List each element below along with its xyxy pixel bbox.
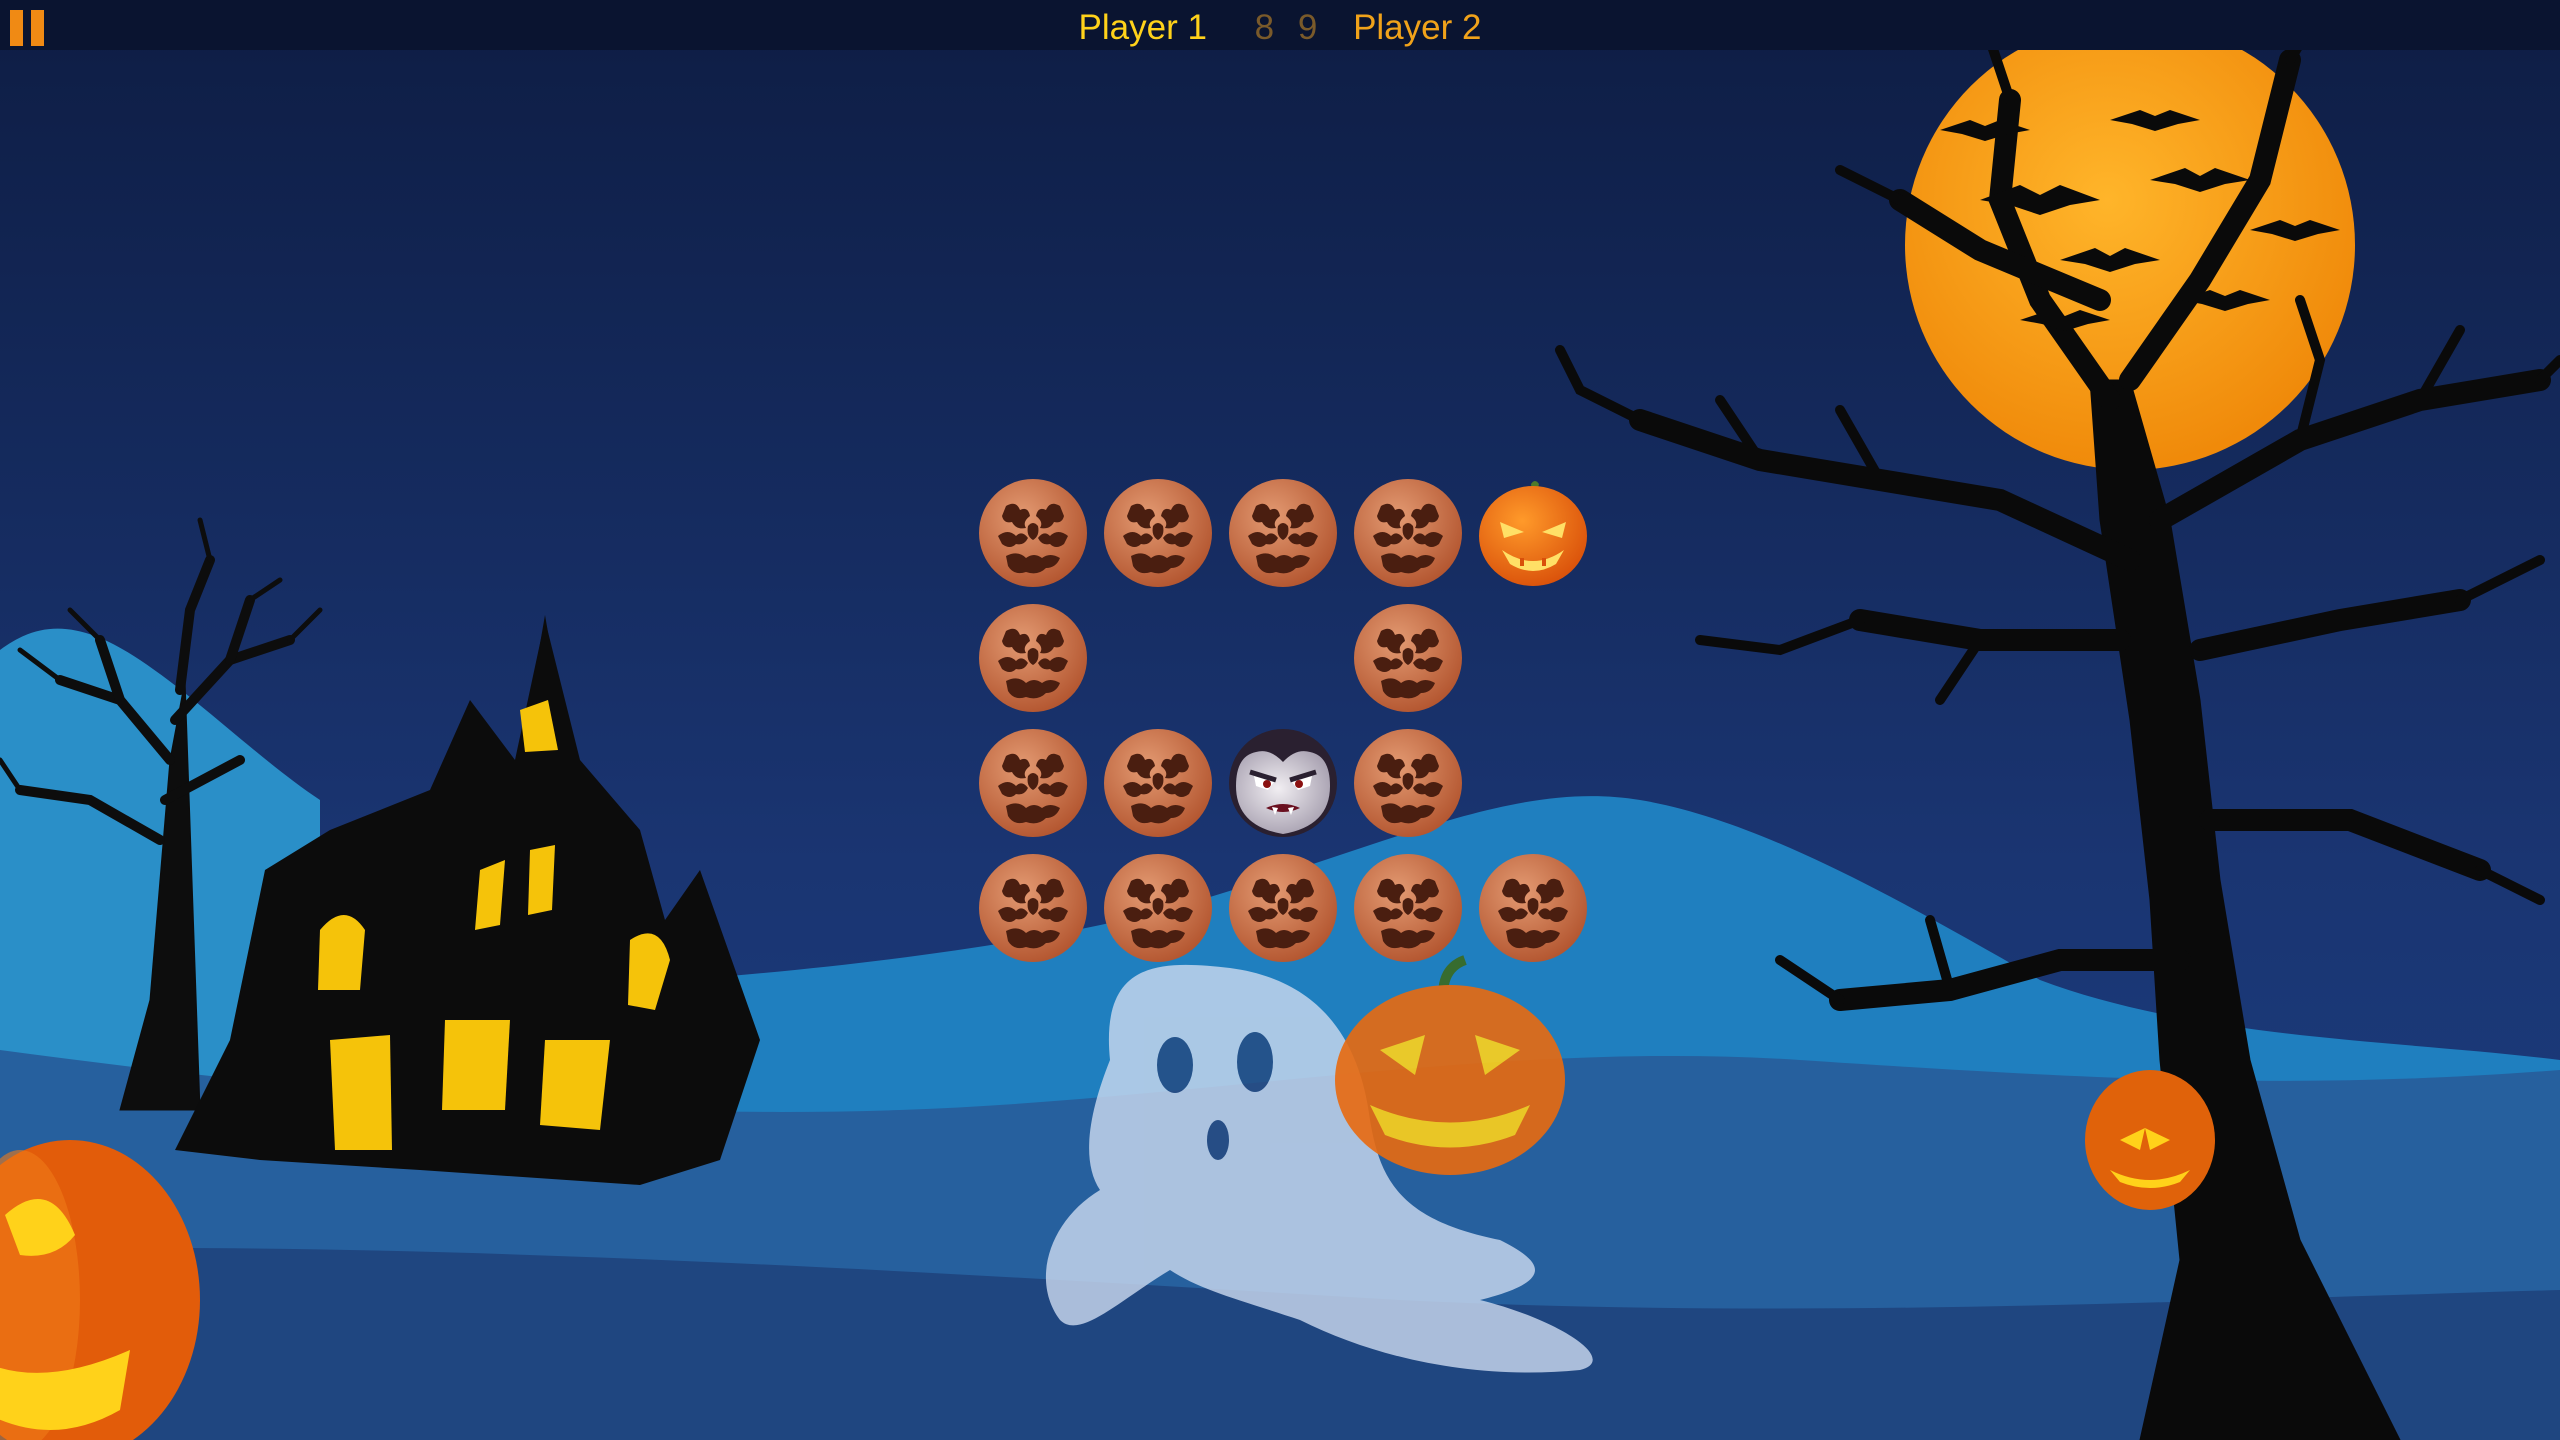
player2-score: 9 [1297,8,1318,47]
cracked-pumpkin-tile-icon [979,854,1087,962]
game-board [0,0,2560,1440]
cracked-pumpkin-tile-icon [1229,479,1337,587]
scoreboard: Player 1 8 9 Player 2 [0,8,2560,48]
hidden-tile[interactable] [1476,851,1590,965]
hidden-tile[interactable] [976,851,1090,965]
cracked-pumpkin-tile-icon [979,479,1087,587]
hidden-tile[interactable] [1101,476,1215,590]
cracked-pumpkin-tile-icon [1354,729,1462,837]
top-bar: Player 1 8 9 Player 2 [0,0,2560,50]
vampire-tile[interactable] [1226,726,1340,840]
hidden-tile[interactable] [1226,476,1340,590]
player1-score: 8 [1254,8,1275,47]
player2-label: Player 2 [1353,8,1482,47]
hidden-tile[interactable] [1351,851,1465,965]
vampire-face-icon [1229,729,1337,837]
cracked-pumpkin-tile-icon [979,729,1087,837]
cracked-pumpkin-tile-icon [1354,479,1462,587]
cracked-pumpkin-tile-icon [1104,729,1212,837]
hidden-tile[interactable] [976,726,1090,840]
pumpkin-tile[interactable] [1476,476,1590,590]
hidden-tile[interactable] [1351,726,1465,840]
jack-o-lantern-icon [1479,481,1587,586]
hidden-tile[interactable] [976,601,1090,715]
hidden-tile[interactable] [1101,726,1215,840]
cracked-pumpkin-tile-icon [1104,854,1212,962]
hidden-tile[interactable] [1226,851,1340,965]
cracked-pumpkin-tile-icon [1354,854,1462,962]
cracked-pumpkin-tile-icon [1104,479,1212,587]
hidden-tile[interactable] [976,476,1090,590]
cracked-pumpkin-tile-icon [1229,854,1337,962]
cracked-pumpkin-tile-icon [1354,604,1462,712]
player1-label: Player 1 [1078,8,1207,47]
hidden-tile[interactable] [1351,601,1465,715]
hidden-tile[interactable] [1351,476,1465,590]
cracked-pumpkin-tile-icon [979,604,1087,712]
cracked-pumpkin-tile-icon [1479,854,1587,962]
hidden-tile[interactable] [1101,851,1215,965]
